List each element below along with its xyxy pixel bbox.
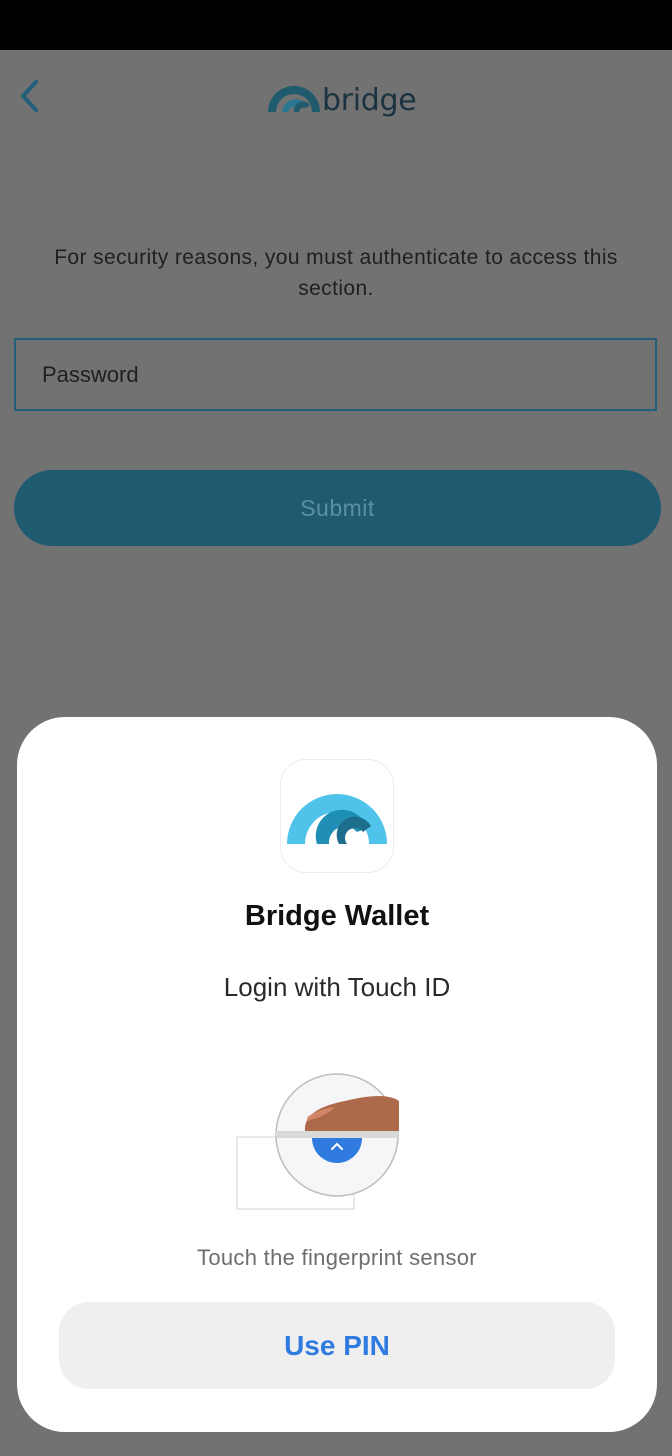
app-name: Bridge Wallet bbox=[244, 900, 430, 932]
bridge-app-icon bbox=[280, 759, 394, 873]
password-input[interactable] bbox=[16, 340, 655, 409]
touch-instruction: Touch the fingerprint sensor bbox=[197, 1245, 477, 1270]
back-button[interactable] bbox=[12, 78, 48, 114]
bridge-arc-icon bbox=[287, 794, 387, 844]
login-subtitle: Login with Touch ID bbox=[223, 972, 451, 1002]
chevron-left-icon bbox=[21, 80, 38, 112]
security-message: For security reasons, you must authentic… bbox=[54, 246, 618, 300]
use-pin-button[interactable]: Use PIN bbox=[59, 1302, 615, 1389]
password-field[interactable] bbox=[14, 338, 657, 411]
submit-button[interactable]: Submit bbox=[14, 470, 661, 546]
status-bar bbox=[0, 0, 672, 50]
bridge-logo-icon bbox=[268, 86, 320, 112]
bridge-logo: bridge bbox=[266, 78, 417, 122]
logo-text: bridge bbox=[322, 83, 417, 118]
fingerprint-sensor-icon bbox=[236, 1073, 399, 1210]
biometric-sheet: Bridge Wallet Login with Touch ID Touch … bbox=[17, 717, 657, 1432]
